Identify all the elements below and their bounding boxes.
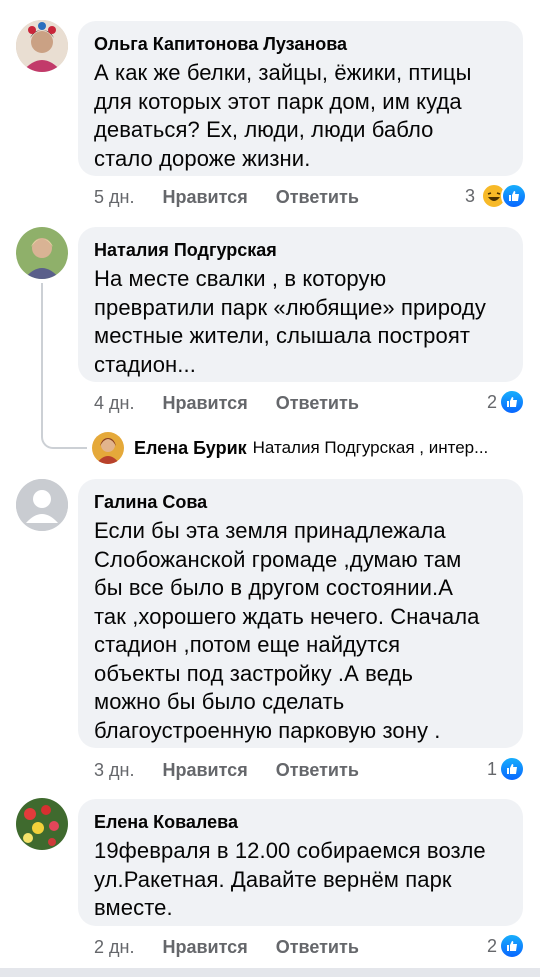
like-icon [499,389,526,415]
comment-time[interactable]: 2 дн. [94,937,134,958]
reaction-count: 2 [487,935,498,956]
avatar[interactable] [92,432,124,464]
comment-bubble: Елена Ковалева 19февраля в 12.00 собирае… [78,799,523,926]
like-icon [501,183,528,209]
reaction-summary[interactable]: 2 [487,389,526,415]
comment-author[interactable]: Галина Сова [94,491,509,513]
comment-actions: 4 дн. Нравится Ответить [94,391,387,415]
comment-author[interactable]: Наталия Подгурская [94,239,509,261]
like-button[interactable]: Нравится [162,187,247,208]
reply-button[interactable]: Ответить [276,760,359,781]
avatar[interactable] [16,227,68,279]
reply-thread-line [41,283,87,449]
comment-time[interactable]: 4 дн. [94,393,134,414]
comment-time[interactable]: 5 дн. [94,187,134,208]
comment-author[interactable]: Елена Ковалева [94,811,509,833]
reaction-summary[interactable]: 2 [487,933,526,959]
comment-author[interactable]: Ольга Капитонова Лузанова [94,33,509,55]
like-button[interactable]: Нравится [162,760,247,781]
comment-bubble: Ольга Капитонова Лузанова А как же белки… [78,21,523,176]
comment-actions: 2 дн. Нравится Ответить [94,935,387,959]
comment-text: На месте свалки , в которую превратили п… [94,266,486,377]
comment-time[interactable]: 3 дн. [94,760,134,781]
comment-actions: 5 дн. Нравится Ответить [94,185,387,209]
avatar[interactable] [16,798,68,850]
like-button[interactable]: Нравится [162,393,247,414]
comment-actions: 3 дн. Нравится Ответить [94,758,387,782]
reply-button[interactable]: Ответить [276,393,359,414]
reply-preview-text: Наталия Подгурская , интер... [252,438,489,457]
like-icon [499,933,526,959]
reply-author[interactable]: Елена Бурик [134,438,247,459]
bottom-divider [0,968,540,977]
comment-bubble: Галина Сова Если бы эта земля принадлежа… [78,479,523,748]
like-icon [499,756,526,782]
comment-bubble: Наталия Подгурская На месте свалки , в к… [78,227,523,382]
avatar[interactable] [16,20,68,72]
like-button[interactable]: Нравится [162,937,247,958]
comment-text: 19февраля в 12.00 собираемся возле ул.Ра… [94,838,486,920]
reaction-count: 1 [487,758,498,779]
comment-text: А как же белки, зайцы, ёжики, птицы для … [94,60,472,171]
reaction-count: 3 [465,185,476,206]
reply-button[interactable]: Ответить [276,937,359,958]
reply-preview[interactable]: Елена Бурик Наталия Подгурская , интер..… [92,432,488,464]
reaction-summary[interactable]: 1 [487,756,526,782]
reply-button[interactable]: Ответить [276,187,359,208]
reaction-count: 2 [487,391,498,412]
comment-text: Если бы эта земля принадлежала Слобожанс… [94,518,480,743]
avatar[interactable] [16,479,68,531]
reaction-summary[interactable]: 3 [465,183,528,209]
